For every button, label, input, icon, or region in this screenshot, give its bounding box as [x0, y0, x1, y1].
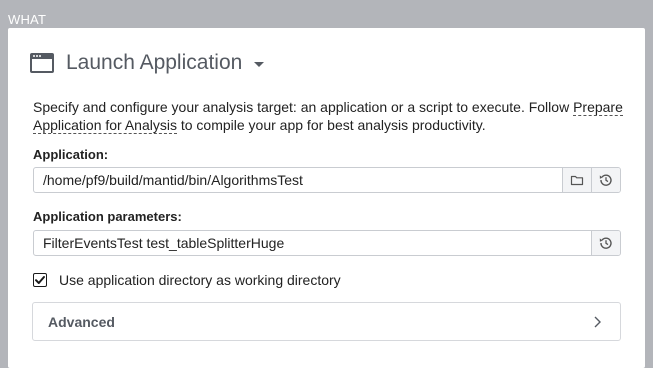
description-suffix: to compile your app for best analysis pr…	[176, 117, 486, 133]
launch-panel: Launch Application Specify and configure…	[8, 28, 645, 368]
application-label: Application:	[33, 147, 109, 162]
application-window-icon	[30, 53, 54, 73]
working-directory-checkbox[interactable]	[33, 273, 47, 287]
chevron-right-icon	[594, 316, 601, 327]
working-directory-option: Use application directory as working dir…	[33, 271, 341, 289]
description-text: Specify and configure your analysis targ…	[33, 98, 633, 134]
checkmark-icon	[35, 276, 45, 284]
application-history-button[interactable]	[591, 168, 620, 192]
parameters-input[interactable]	[34, 231, 591, 255]
parameters-label: Application parameters:	[33, 209, 182, 224]
caret-down-icon[interactable]	[254, 62, 265, 67]
advanced-label: Advanced	[48, 313, 115, 330]
advanced-section-toggle[interactable]: Advanced	[32, 302, 621, 341]
working-directory-label[interactable]: Use application directory as working dir…	[59, 272, 341, 288]
parameters-history-button[interactable]	[591, 231, 620, 255]
description-prefix: Specify and configure your analysis targ…	[33, 99, 574, 115]
section-label-what: WHAT	[8, 12, 47, 27]
application-path-input[interactable]	[34, 168, 562, 192]
folder-icon	[570, 175, 584, 186]
application-field	[33, 167, 621, 193]
analysis-target-header[interactable]: Launch Application	[30, 50, 265, 76]
page-title: Launch Application	[66, 51, 243, 74]
history-icon	[599, 174, 612, 186]
browse-button[interactable]	[562, 168, 591, 192]
parameters-field	[33, 230, 621, 256]
history-icon	[599, 237, 612, 249]
